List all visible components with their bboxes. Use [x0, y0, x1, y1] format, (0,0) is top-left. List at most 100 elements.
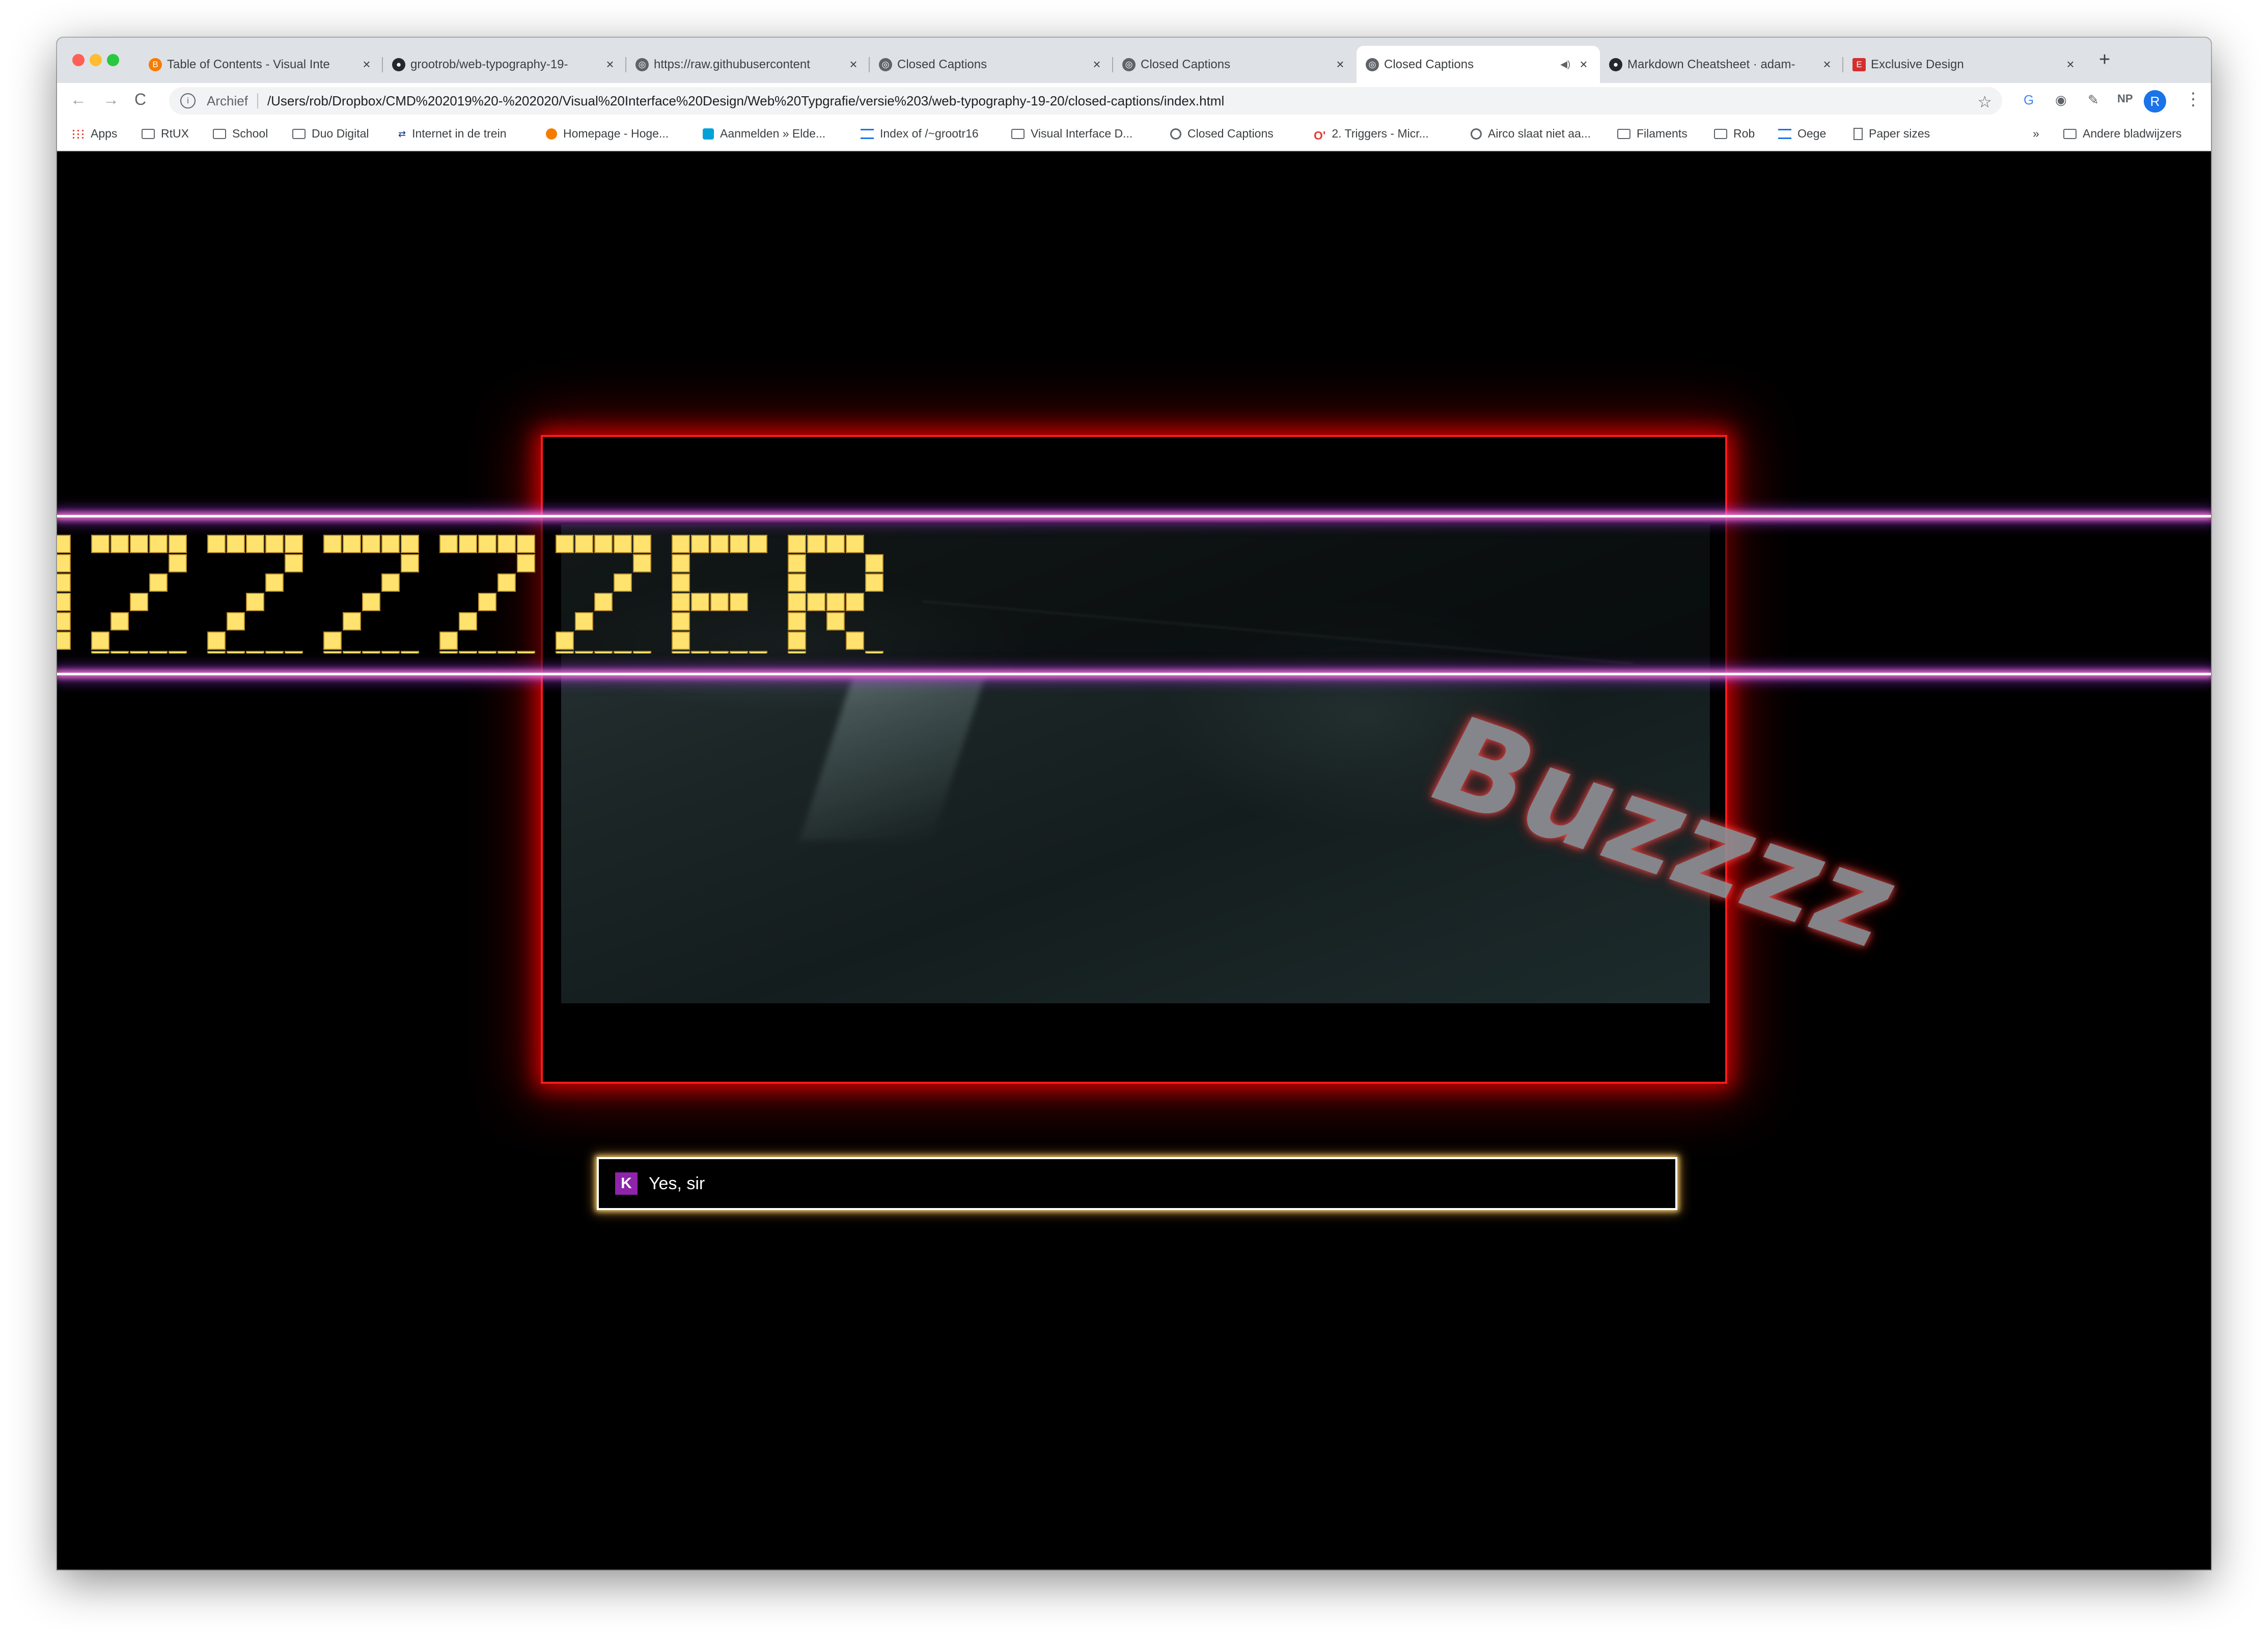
- bookmark-index-grootr16[interactable]: Index of /~grootr16: [861, 127, 979, 141]
- address-bar[interactable]: i Archief /Users/rob/Dropbox/CMD%202019%…: [169, 87, 2002, 115]
- bookmark-airco[interactable]: Airco slaat niet aa...: [1471, 127, 1591, 141]
- marquee-pixel: [478, 535, 496, 553]
- bookmark-rob[interactable]: Rob: [1714, 127, 1755, 141]
- bookmark-visual-interface[interactable]: Visual Interface D...: [1011, 127, 1132, 141]
- caption-text: Yes, sir: [649, 1173, 705, 1193]
- marquee-pixel: [401, 535, 419, 553]
- bookmark-aanmelden[interactable]: Aanmelden » Elde...: [703, 127, 825, 141]
- marquee-pixel: [614, 535, 632, 553]
- exclusive-design-icon: E: [1852, 58, 1866, 71]
- tab-4[interactable]: ◎ Closed Captions ×: [1113, 46, 1357, 83]
- marquee-pixel: [265, 651, 284, 653]
- url-text[interactable]: /Users/rob/Dropbox/CMD%202019%20-%202020…: [267, 93, 1224, 109]
- profile-avatar[interactable]: R: [2144, 90, 2166, 113]
- screenshot-extension-icon[interactable]: ◉: [2055, 92, 2067, 108]
- close-tab-icon[interactable]: ×: [604, 57, 616, 72]
- marquee-pixel: [788, 535, 806, 553]
- tab-0[interactable]: B Table of Contents - Visual Inte ×: [140, 46, 383, 83]
- marquee-pixel: [788, 593, 806, 611]
- tab-3[interactable]: ◎ Closed Captions ×: [870, 46, 1113, 83]
- marquee-pixel: [110, 535, 129, 553]
- translate-extension-icon[interactable]: G: [2024, 92, 2034, 108]
- tab-1[interactable]: ● grootrob/web-typography-19- ×: [383, 46, 626, 83]
- minimize-window-button[interactable]: [90, 54, 102, 66]
- tab-6[interactable]: ● Markdown Cheatsheet · adam- ×: [1600, 46, 1843, 83]
- bookmark-rtux[interactable]: RtUX: [142, 127, 189, 141]
- marquee-pixel: [130, 651, 148, 653]
- marquee-pixel: [401, 651, 419, 653]
- zoom-window-button[interactable]: [107, 54, 119, 66]
- marquee-pixel: [362, 651, 380, 653]
- bookmarks-overflow-button[interactable]: »: [2033, 127, 2039, 141]
- bookmark-filaments[interactable]: Filaments: [1617, 127, 1688, 141]
- close-tab-icon[interactable]: ×: [1821, 57, 1833, 72]
- other-bookmarks[interactable]: Andere bladwijzers: [2063, 127, 2181, 141]
- bookmark-triggers[interactable]: O' 2. Triggers - Micr...: [1314, 127, 1429, 142]
- speaker-badge: K: [615, 1172, 638, 1195]
- tab-2[interactable]: ◎ https://raw.githubusercontent ×: [626, 46, 870, 83]
- new-tab-button[interactable]: +: [2099, 49, 2110, 71]
- close-tab-icon[interactable]: ×: [1334, 57, 1346, 72]
- bookmark-paper-sizes[interactable]: Paper sizes: [1854, 127, 1930, 141]
- marquee-pixel: [57, 612, 71, 630]
- marquee-pixel: [556, 632, 574, 650]
- tab-5-active[interactable]: ◎ Closed Captions ◀) ×: [1357, 46, 1600, 83]
- folder-icon: [213, 128, 226, 139]
- close-tab-icon[interactable]: ×: [2064, 57, 2077, 72]
- marquee-pixel: [265, 573, 284, 592]
- marquee-pixel: [594, 535, 613, 553]
- bookmark-apps[interactable]: Apps: [71, 127, 117, 141]
- info-icon[interactable]: i: [180, 93, 196, 108]
- reload-button[interactable]: C: [134, 90, 146, 109]
- marquee-pixel: [691, 593, 709, 611]
- marquee-pixel: [459, 612, 477, 630]
- marquee-pixel: [362, 593, 380, 611]
- github-icon: ●: [392, 58, 405, 71]
- tab-7[interactable]: E Exclusive Design ×: [1843, 46, 2087, 83]
- marquee-pixel: [672, 593, 690, 611]
- bookmark-homepage-hoge[interactable]: Homepage - Hoge...: [546, 127, 669, 141]
- tab-title: Closed Captions: [1141, 57, 1231, 71]
- marquee-pixel: [788, 632, 806, 650]
- forward-button[interactable]: →: [103, 90, 119, 109]
- marquee-pixel: [497, 651, 516, 653]
- apps-grid-icon: [71, 128, 85, 139]
- marquee-pixel: [169, 554, 187, 572]
- marquee-pixel: [614, 651, 632, 653]
- chrome-menu-icon[interactable]: ⋮: [2184, 89, 2202, 109]
- marquee-pixel: [749, 535, 767, 553]
- marquee-pixel: [265, 535, 284, 553]
- marquee-pixel: [633, 651, 651, 653]
- marquee-pixel: [459, 535, 477, 553]
- bookmark-school[interactable]: School: [213, 127, 268, 141]
- bookmark-duo-digital[interactable]: Duo Digital: [292, 127, 369, 141]
- eyedropper-extension-icon[interactable]: ✎: [2088, 92, 2099, 108]
- marquee-pixel: [478, 651, 496, 653]
- folder-icon: [1714, 128, 1727, 139]
- close-tab-icon[interactable]: ×: [1578, 57, 1590, 72]
- tab-title: Closed Captions: [1384, 57, 1474, 71]
- close-tab-icon[interactable]: ×: [361, 57, 373, 72]
- close-window-button[interactable]: [72, 54, 85, 66]
- speaker-icon[interactable]: ◀): [1560, 59, 1570, 70]
- opera-icon: O': [1314, 128, 1326, 142]
- marquee-pixel: [323, 651, 342, 653]
- globe-icon: ◎: [635, 58, 649, 71]
- np-extension-icon[interactable]: NP: [2117, 92, 2133, 105]
- bookmark-star-icon[interactable]: ☆: [1977, 92, 1992, 112]
- close-tab-icon[interactable]: ×: [1091, 57, 1103, 72]
- marquee-pixel: [594, 651, 613, 653]
- marquee-pixel: [381, 573, 400, 592]
- tab-title: grootrob/web-typography-19-: [410, 57, 568, 71]
- marquee-pixel: [439, 651, 458, 653]
- bookmark-oege[interactable]: Oege: [1778, 127, 1826, 141]
- marquee-pixel: [672, 573, 690, 592]
- tab-title: Closed Captions: [897, 57, 987, 71]
- bookmark-closed-captions[interactable]: Closed Captions: [1170, 127, 1274, 141]
- marquee-pixel: [130, 593, 148, 611]
- bookmark-internet-in-de-trein[interactable]: ⇄ Internet in de trein: [398, 127, 507, 141]
- back-button[interactable]: ←: [70, 90, 87, 109]
- marquee-pixel: [594, 593, 613, 611]
- close-tab-icon[interactable]: ×: [847, 57, 860, 72]
- marquee-pixel: [285, 554, 303, 572]
